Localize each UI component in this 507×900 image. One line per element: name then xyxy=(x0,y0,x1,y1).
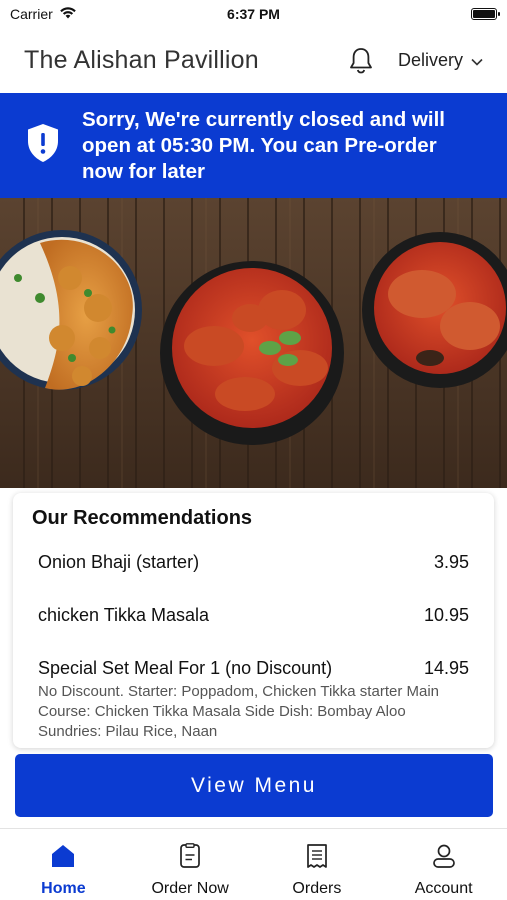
recommendation-item[interactable]: Special Set Meal For 1 (no Discount) 14.… xyxy=(32,658,475,742)
tab-bar: Home Order Now Orders Account xyxy=(0,828,507,900)
recommendations-title: Our Recommendations xyxy=(32,507,253,529)
tab-label: Order Now xyxy=(151,880,229,897)
recommendation-item[interactable]: Onion Bhaji (starter) 3.95 xyxy=(32,552,475,573)
item-description: No Discount. Starter: Poppadom, Chicken … xyxy=(38,683,440,740)
battery-icon xyxy=(471,8,500,20)
tab-label: Account xyxy=(414,880,473,897)
tab-label: Orders xyxy=(292,880,342,897)
receipt-icon xyxy=(305,843,329,874)
order-icon xyxy=(179,843,201,874)
recommendation-item[interactable]: chicken Tikka Masala 10.95 xyxy=(32,605,475,626)
item-name: chicken Tikka Masala xyxy=(38,605,210,625)
restaurant-title: The Alishan Pavillion xyxy=(24,46,259,74)
carrier-label: Carrier xyxy=(10,6,53,22)
status-left: Carrier xyxy=(10,6,77,22)
bell-icon[interactable] xyxy=(344,44,378,78)
item-price: 10.95 xyxy=(423,605,469,625)
closed-banner: Sorry, We're currently closed and will o… xyxy=(0,93,507,198)
tab-label: Home xyxy=(41,880,86,897)
status-bar: Carrier 6:37 PM xyxy=(0,0,507,28)
tab-orders[interactable]: Orders xyxy=(254,829,381,900)
wifi-icon xyxy=(59,6,77,22)
chevron-down-icon xyxy=(471,50,483,71)
item-price: 3.95 xyxy=(433,552,469,572)
home-icon xyxy=(50,843,76,874)
closed-message: Sorry, We're currently closed and will o… xyxy=(82,107,445,183)
item-name: Onion Bhaji (starter) xyxy=(38,552,200,572)
item-price: 14.95 xyxy=(423,658,469,678)
shield-alert-icon xyxy=(26,123,60,168)
app-header: The Alishan Pavillion Delivery xyxy=(0,28,507,93)
delivery-label: Delivery xyxy=(397,50,463,70)
user-icon xyxy=(432,843,456,874)
hero-food-image xyxy=(0,198,507,488)
delivery-dropdown[interactable]: Delivery xyxy=(398,50,483,71)
recommendations-card: Our Recommendations Onion Bhaji (starter… xyxy=(13,493,494,748)
item-name: Special Set Meal For 1 (no Discount) xyxy=(38,658,333,678)
view-menu-button[interactable]: View Menu xyxy=(15,754,493,817)
tab-order-now[interactable]: Order Now xyxy=(127,829,254,900)
tab-account[interactable]: Account xyxy=(380,829,507,900)
tab-home[interactable]: Home xyxy=(0,829,127,900)
